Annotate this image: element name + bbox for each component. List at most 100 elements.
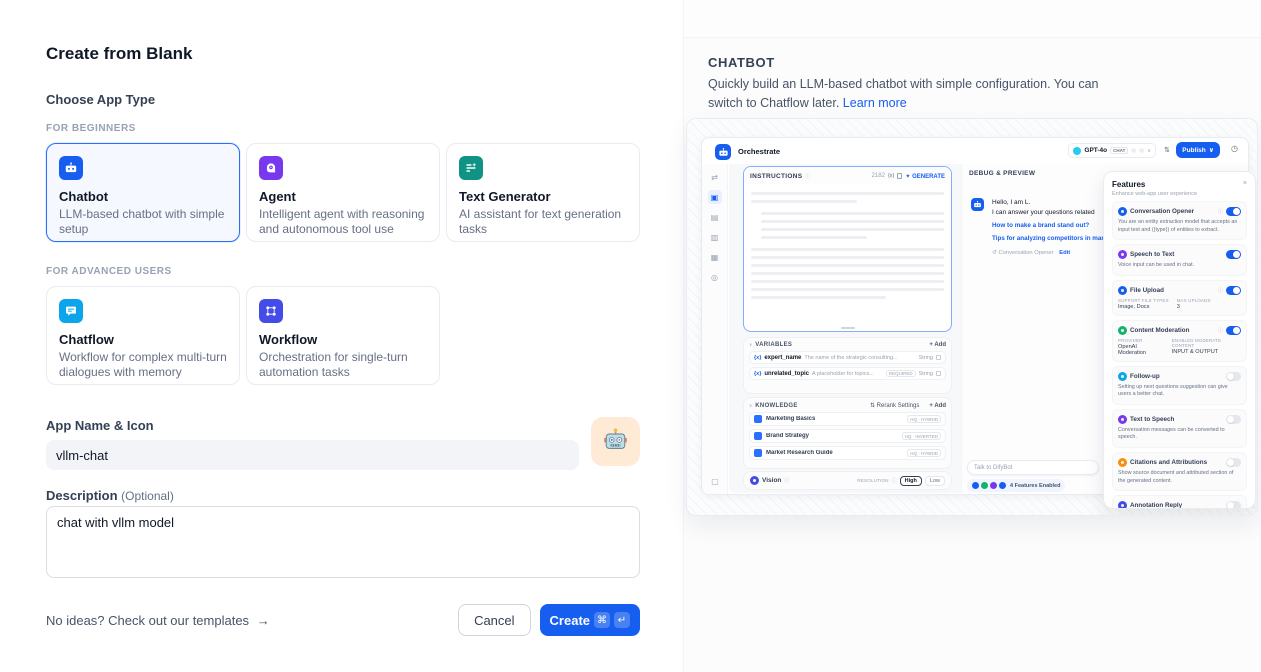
card-desc: AI assistant for text generation tasks [459,207,627,237]
app-name-label: App Name & Icon [46,418,640,433]
chatbot-icon [59,156,83,180]
knowledge-row: Market Research Guide HQ · HYBRID [749,446,946,460]
feature-item: Content Moderation ⓘ PROVIDER OpenAI Mod… [1112,320,1247,362]
arrow-right-icon: → [257,613,270,628]
sliders-icon: ⇅ [1164,146,1170,154]
speech-to-text-icon [1118,250,1127,259]
follow-up-icon [1118,372,1127,381]
info-icon: ⓘ [1218,287,1223,294]
conversation-opener-icon [1118,207,1127,216]
app-name-input[interactable] [46,440,579,470]
description-label: Description (Optional) [46,488,640,503]
for-beginners-label: FOR BEGINNERS [46,123,640,134]
toggle-off [1226,415,1241,424]
refresh-icon: ↺ [992,250,997,256]
create-button[interactable]: Create ⌘ ↵ [540,604,640,636]
info-icon: ⓘ [892,477,897,484]
card-title: Agent [259,189,427,204]
choose-app-type-label: Choose App Type [46,92,640,107]
create-app-modal: Create from Blank Choose App Type FOR BE… [0,0,1261,672]
app-type-card-chatflow[interactable]: Chatflow Workflow for complex multi-turn… [46,286,240,385]
toggle-on [1226,326,1241,335]
card-desc: LLM-based chatbot with simple setup [59,207,227,237]
resize-handle [841,327,855,329]
bot-avatar [971,198,984,211]
knowledge-row: Brand Strategy HQ · INVERTED [749,429,946,443]
shot-knowledge-section: ∨ KNOWLEDGE ⇅ Rerank Settings + Add Mark… [743,397,952,469]
card-title: Workflow [259,332,427,347]
card-desc: Intelligent agent with reasoning and aut… [259,207,427,237]
rail-doc-icon: ▥ [708,230,722,244]
resolution-high-pill: High [900,476,922,486]
info-icon: ⓘ [1218,327,1223,334]
sparkle-icon: ✦ [905,174,910,180]
settings-icon [936,355,941,360]
description-input[interactable]: chat with vllm model [46,506,640,578]
generate-button: ✦ GENERATE [905,173,945,180]
feature-dot-icon [972,482,979,489]
feature-item: File Upload ⓘ SUPPORT FILE TYPES Image, … [1112,280,1247,316]
feature-item: Speech to Text Voice input can be used i… [1112,244,1247,276]
variable-row: {x} unrelated_topic A placeholder for to… [749,367,946,380]
page-title: Create from Blank [46,0,640,64]
modal-left-pane: Create from Blank Choose App Type FOR BE… [0,0,683,672]
enter-key-icon: ↵ [614,612,630,628]
toggle-on [1226,286,1241,295]
card-title: Chatflow [59,332,227,347]
app-type-card-chatbot[interactable]: Chatbot LLM-based chatbot with simple se… [46,143,240,242]
card-title: Text Generator [459,189,627,204]
robot-emoji-icon [602,426,629,458]
feature-item: Annotation Reply [1112,495,1247,509]
model-param-icon [1139,148,1144,153]
toggle-on [1226,207,1241,216]
preview-pane: CHATBOT Quickly build an LLM-based chatb… [683,0,1261,672]
placeholder-text-lines [744,185,951,299]
chatflow-icon [59,299,83,323]
citations-icon [1118,458,1127,467]
app-icon-picker[interactable] [591,417,640,466]
rerank-settings-button: ⇅ Rerank Settings [870,402,919,409]
knowledge-row: Marketing Basics HQ · HYBRID [749,412,946,426]
shot-instructions-panel: INSTRUCTIONS ⓘ 2182 {x} ✦ GENERATE [743,166,952,332]
learn-more-link[interactable]: Learn more [843,96,907,110]
info-icon: ⓘ [805,173,810,180]
shot-title: Orchestrate [738,147,780,156]
edit-link: Edit [1059,250,1070,256]
templates-link[interactable]: No ideas? Check out our templates → [46,613,270,628]
shot-variables-section: ∨ VARIABLES + Add {x} expert_name The na… [743,337,952,394]
app-name-row [46,440,640,470]
feature-item: Follow-up Setting up next questions sugg… [1112,366,1247,405]
app-type-card-text-generator[interactable]: Text Generator AI assistant for text gen… [446,143,640,242]
beginner-cards: Chatbot LLM-based chatbot with simple se… [46,143,640,242]
feature-item: Conversation Opener ⓘ You are an entity … [1112,201,1247,240]
copy-icon [897,173,902,179]
feature-dot-icon [990,482,997,489]
card-title: Chatbot [59,189,227,204]
shot-app-icon [715,144,731,160]
feature-dot-icon [999,482,1006,489]
workflow-icon [259,299,283,323]
rail-globe-icon: ◎ [708,270,722,284]
app-type-card-workflow[interactable]: Workflow Orchestration for single-turn a… [246,286,440,385]
preview-pane-header [684,0,1261,38]
vision-icon [750,476,759,485]
cancel-button[interactable]: Cancel [458,604,530,636]
chat-input: Talk to DifyBot [967,460,1099,475]
app-type-card-agent[interactable]: Agent Intelligent agent with reasoning a… [246,143,440,242]
dataset-icon [754,449,762,457]
for-advanced-label: FOR ADVANCED USERS [46,266,640,277]
suggestion-chip: Tips for analyzing competitors in market [992,234,1113,244]
toggle-off [1226,372,1241,381]
annotation-reply-icon [1118,501,1127,509]
text-to-speech-icon [1118,415,1127,424]
content-moderation-icon [1118,326,1127,335]
features-enabled-pill: 4 Features Enabled [967,479,1065,492]
chevron-down-icon: ∨ [1147,148,1151,154]
dataset-icon [754,432,762,440]
toggle-off [1226,458,1241,467]
info-icon: ⓘ [1218,208,1223,215]
optional-hint: (Optional) [121,489,174,503]
cmd-key-icon: ⌘ [594,612,610,628]
file-upload-icon [1118,286,1127,295]
preview-heading: CHATBOT [708,55,1261,70]
